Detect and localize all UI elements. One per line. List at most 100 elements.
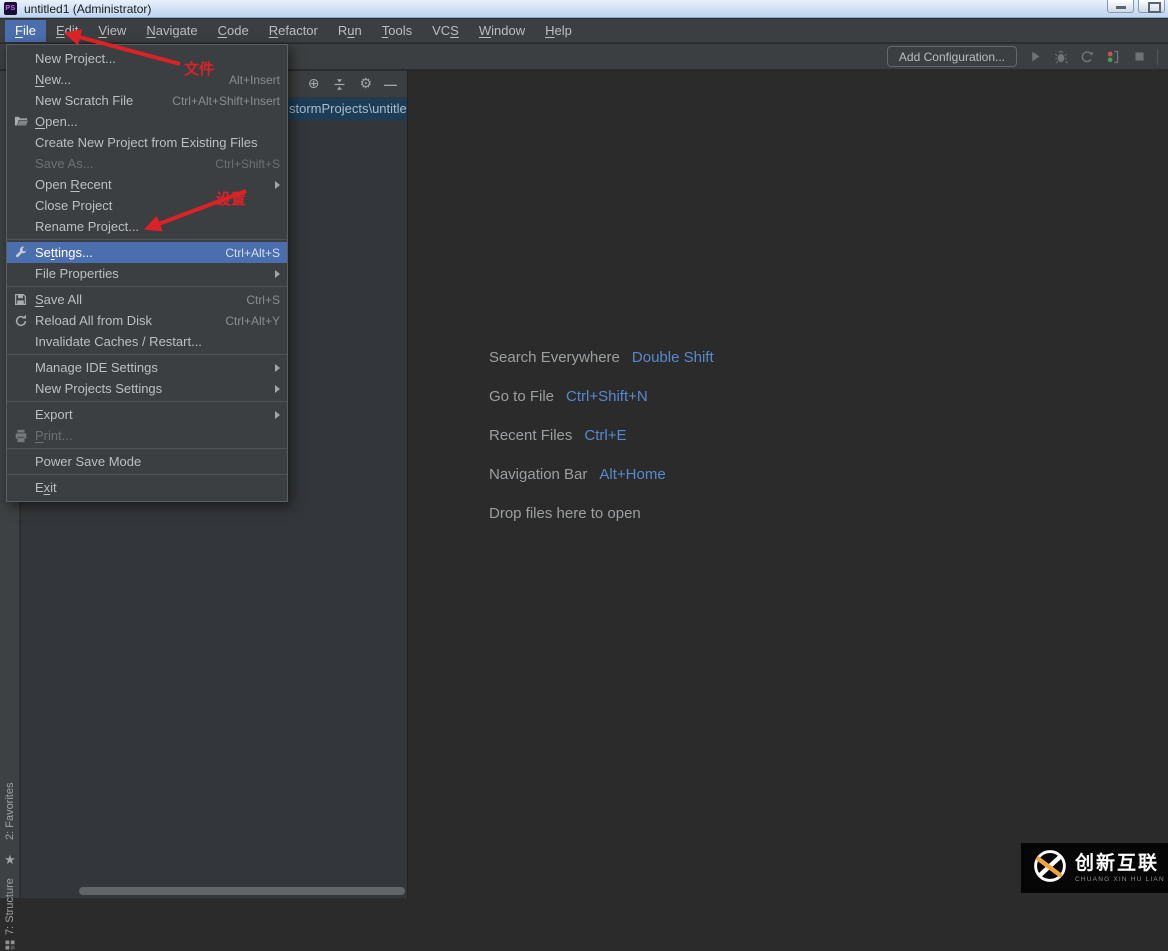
menu-item-new[interactable]: New... Alt+Insert	[7, 69, 287, 90]
collapse-all-icon[interactable]	[331, 76, 347, 92]
menu-bar: File Edit View Navigate Code Refactor Run Tools…	[0, 19, 1168, 43]
menu-edit[interactable]: Edit	[46, 20, 88, 42]
menu-navigate[interactable]: Navigate	[136, 20, 207, 42]
menu-item-reload-all-from-disk[interactable]: Reload All from Disk Ctrl+Alt+Y	[7, 310, 287, 331]
hint-label: Search Everywhere	[489, 349, 620, 366]
keyboard-shortcut-hints: Search Everywhere Double Shift Go to File C…	[489, 349, 714, 544]
profiler-icon	[1105, 49, 1121, 65]
submenu-arrow-icon	[275, 384, 280, 393]
favorites-star-icon[interactable]: ★	[0, 853, 20, 868]
menu-item-power-save-mode[interactable]: Power Save Mode	[7, 451, 287, 472]
menu-item-label: Power Save Mode	[35, 454, 142, 469]
hint-search-everywhere: Search Everywhere Double Shift	[489, 349, 714, 388]
folder-open-icon	[14, 114, 35, 129]
hint-shortcut: Ctrl+Shift+N	[566, 388, 648, 405]
menu-item-export[interactable]: Export	[7, 404, 287, 425]
hide-panel-icon[interactable]: —	[384, 77, 397, 92]
menu-item-open[interactable]: Open...	[7, 111, 287, 132]
submenu-arrow-icon	[275, 269, 280, 278]
menu-item-invalidate-caches-restart[interactable]: Invalidate Caches / Restart...	[7, 331, 287, 352]
stop-icon	[1131, 49, 1147, 65]
menu-item-label: New...	[35, 72, 72, 87]
menu-item-label: File Properties	[35, 266, 119, 281]
locate-file-icon[interactable]: ⊕	[308, 77, 320, 91]
debug-icon	[1053, 49, 1069, 65]
menu-item-manage-ide-settings[interactable]: Manage IDE Settings	[7, 357, 287, 378]
menu-item-shortcut: Ctrl+Shift+S	[215, 156, 280, 171]
structure-icon[interactable]	[0, 939, 20, 951]
hint-go-to-file: Go to File Ctrl+Shift+N	[489, 388, 714, 427]
menu-separator	[7, 354, 287, 355]
menu-item-file-properties[interactable]: File Properties	[7, 263, 287, 284]
menu-vcs[interactable]: VCS	[422, 20, 469, 42]
maximize-button[interactable]	[1138, 0, 1165, 13]
menu-item-label: Rename Project...	[35, 219, 140, 234]
menu-separator	[7, 286, 287, 287]
menu-item-label: Exit	[35, 480, 57, 495]
menu-item-shortcut: Alt+Insert	[228, 72, 280, 87]
menu-tools[interactable]: Tools	[372, 20, 422, 42]
menu-window[interactable]: Window	[469, 20, 535, 42]
menu-separator	[7, 401, 287, 402]
minimize-button[interactable]	[1107, 0, 1134, 13]
menu-file[interactable]: File	[5, 19, 46, 42]
save-icon	[14, 293, 35, 306]
menu-item-new-projects-settings[interactable]: New Projects Settings	[7, 378, 287, 399]
hint-label: Recent Files	[489, 427, 573, 444]
title-bar: PS untitled1 (Administrator)	[0, 0, 1168, 18]
menu-item-new-scratch-file[interactable]: New Scratch File Ctrl+Alt+Shift+Insert	[7, 90, 287, 111]
hint-recent-files: Recent Files Ctrl+E	[489, 427, 714, 466]
menu-item-label: Create New Project from Existing Files	[35, 135, 258, 150]
menu-item-exit[interactable]: Exit	[7, 477, 287, 498]
tool-window-button-favorites[interactable]: 2: Favorites	[0, 769, 20, 853]
menu-item-shortcut: Ctrl+Alt+Y	[225, 313, 280, 328]
editor-empty-area: Search Everywhere Double Shift Go to File C…	[407, 71, 1168, 898]
menu-item-new-project[interactable]: New Project...	[7, 48, 287, 69]
menu-item-label: Save As...	[35, 156, 94, 171]
gear-icon[interactable]: ⚙	[359, 77, 372, 91]
file-menu: New Project... New... Alt+Insert New Scratc…	[6, 44, 288, 502]
menu-help[interactable]: Help	[535, 20, 582, 42]
run-with-coverage-icon	[1079, 49, 1095, 65]
run-icon	[1027, 49, 1043, 65]
logo-chinese-text: 创新互联	[1075, 851, 1160, 874]
menu-separator	[7, 239, 287, 240]
menu-code[interactable]: Code	[208, 20, 259, 42]
menu-item-create-new-project-from-existing-files[interactable]: Create New Project from Existing Files	[7, 132, 287, 153]
menu-item-label: New Project...	[35, 51, 116, 66]
window-title: untitled1 (Administrator)	[24, 2, 152, 16]
menu-item-label: Export	[35, 407, 73, 422]
hint-drop-files-here-to-open: Drop files here to open	[489, 505, 714, 544]
submenu-arrow-icon	[275, 363, 280, 372]
menu-refactor[interactable]: Refactor	[259, 20, 328, 42]
menu-item-shortcut: Ctrl+Alt+S	[225, 245, 280, 260]
logo-english-text: CHUANG XIN HU LIAN	[1075, 875, 1165, 883]
refresh-icon	[14, 314, 35, 328]
tool-window-button-structure[interactable]: 7: Structure	[0, 876, 20, 938]
menu-item-label: Invalidate Caches / Restart...	[35, 334, 202, 349]
menu-item-rename-project[interactable]: Rename Project...	[7, 216, 287, 237]
hint-shortcut: Alt+Home	[599, 466, 666, 483]
add-configuration-button[interactable]: Add Configuration...	[886, 46, 1017, 67]
hint-shortcut: Ctrl+E	[584, 427, 627, 444]
menu-item-save-all[interactable]: Save All Ctrl+S	[7, 289, 287, 310]
menu-item-label: Reload All from Disk	[35, 313, 153, 328]
window-controls	[1107, 0, 1165, 13]
menu-separator	[7, 474, 287, 475]
hint-label: Navigation Bar	[489, 466, 588, 483]
wrench-icon	[14, 246, 35, 260]
submenu-arrow-icon	[275, 180, 280, 189]
menu-view[interactable]: View	[88, 20, 136, 42]
hint-shortcut: Double Shift	[631, 349, 714, 366]
menu-item-open-recent[interactable]: Open Recent	[7, 174, 287, 195]
menu-run[interactable]: Run	[328, 20, 372, 42]
menu-item-label: Open Recent	[35, 177, 112, 192]
horizontal-scrollbar[interactable]	[79, 887, 405, 895]
menu-item-label: Print...	[35, 428, 73, 443]
menu-item-settings[interactable]: Settings... Ctrl+Alt+S	[7, 242, 287, 263]
menu-item-label: Manage IDE Settings	[35, 360, 158, 375]
menu-item-label: Settings...	[35, 245, 93, 260]
menu-item-close-project[interactable]: Close Project	[7, 195, 287, 216]
hint-label: Go to File	[489, 388, 555, 405]
watermark-logo: 创新互联 CHUANG XIN HU LIAN	[1021, 843, 1168, 893]
